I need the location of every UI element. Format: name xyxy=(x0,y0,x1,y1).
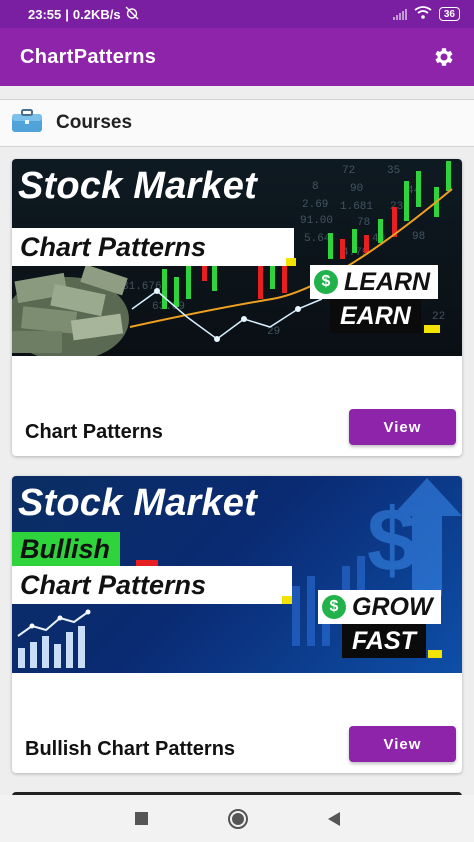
ticker-number: 1.681 xyxy=(340,201,373,213)
signal-icon xyxy=(392,8,407,20)
system-nav-bar xyxy=(0,795,474,842)
course-banner-image: $ Stock Market Bullish Chart Patterns $ … xyxy=(12,476,462,673)
course-title: Bullish Chart Patterns xyxy=(25,738,236,760)
view-button[interactable]: View xyxy=(349,726,456,762)
course-title: Chart Patterns xyxy=(25,421,163,443)
course-card[interactable]: 72 35 8 90 2.69 1.681 23 91.00 78 5.64 4… xyxy=(12,159,462,456)
courses-header: Courses xyxy=(0,99,474,147)
app-bar: ChartPatterns xyxy=(0,28,474,86)
briefcase-icon xyxy=(10,108,44,139)
wifi-icon xyxy=(414,6,432,22)
section-title: Courses xyxy=(56,112,133,133)
ticker-number: 5.64 xyxy=(304,233,331,245)
app-title: ChartPatterns xyxy=(20,45,157,68)
view-button[interactable]: View xyxy=(349,409,456,445)
course-banner-image: 72 35 8 90 2.69 1.681 23 91.00 78 5.64 4… xyxy=(12,159,462,356)
ticker-number: 90 xyxy=(350,183,363,195)
gear-icon[interactable] xyxy=(431,44,457,70)
alarm-off-icon xyxy=(125,6,139,23)
course-card[interactable]: $ Stock Market Bullish Chart Patterns $ … xyxy=(12,476,462,773)
recents-square-icon[interactable] xyxy=(134,812,148,825)
ticker-number: 98 xyxy=(412,231,425,243)
banner-bullish-label: Bullish xyxy=(12,532,121,566)
ticker-number: 78 xyxy=(357,217,370,229)
battery-level: 36 xyxy=(443,8,455,20)
banner-subheading: Chart Patterns xyxy=(12,566,292,604)
status-right: 36 xyxy=(392,6,460,22)
banner-heading: Stock Market xyxy=(18,482,257,524)
ticker-number: 2.69 xyxy=(302,199,328,211)
status-network-speed: 0.2KB/s xyxy=(72,6,121,22)
battery-icon: 36 xyxy=(438,7,460,21)
banner-tag-fast: FAST xyxy=(342,624,426,658)
status-left: 23:55 | 0.2KB/s xyxy=(28,6,139,23)
ticker-number: 22 xyxy=(432,311,445,323)
banner-heading: Stock Market xyxy=(18,165,257,207)
banner-tag-earn: EARN xyxy=(330,299,421,333)
status-time: 23:55 xyxy=(28,6,62,22)
ticker-number: 35 xyxy=(387,165,400,177)
status-bar: 23:55 | 0.2KB/s 36 xyxy=(0,0,474,28)
banner-tag-grow: $ GROW xyxy=(318,590,441,624)
ticker-number: 8 xyxy=(312,181,319,193)
ticker-number: 29 xyxy=(267,326,280,338)
banner-subheading: Chart Patterns xyxy=(12,228,294,266)
money-pile-image xyxy=(12,264,129,356)
dollar-icon: $ xyxy=(314,270,338,294)
home-circle-icon[interactable] xyxy=(227,808,248,829)
back-triangle-icon[interactable] xyxy=(327,811,340,826)
ticker-number: 91.00 xyxy=(300,215,333,227)
dollar-icon: $ xyxy=(322,595,346,619)
ticker-number: 72 xyxy=(342,165,355,177)
banner-tag-learn: $ LEARN xyxy=(310,265,439,299)
